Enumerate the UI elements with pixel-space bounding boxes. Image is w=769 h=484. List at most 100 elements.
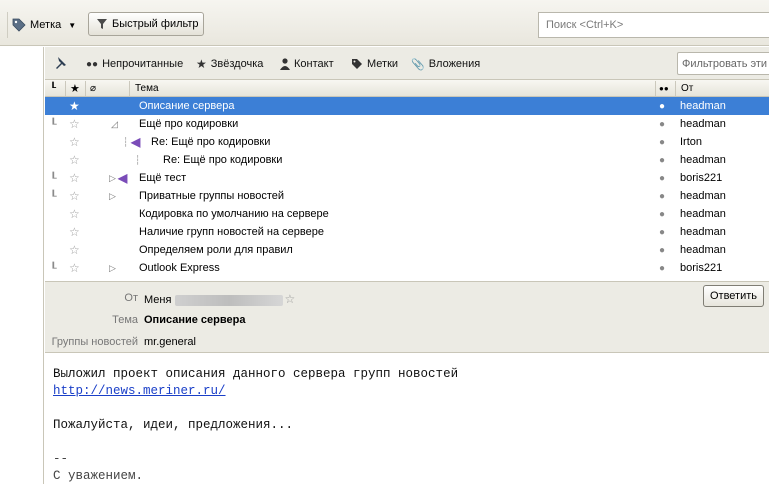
star-icon[interactable]: ☆ <box>284 292 295 306</box>
message-subject: Re: Ещё про кодировки <box>163 154 283 166</box>
read-column-header[interactable]: ●● <box>659 82 669 95</box>
read-status-icon[interactable]: ● <box>659 225 665 239</box>
quick-filter-bar: ●● Непрочитанные ★ Звёздочка Контакт Мет… <box>45 47 769 80</box>
column-separator <box>675 81 676 96</box>
star-icon[interactable]: ☆ <box>69 153 80 167</box>
attachment-column-header[interactable]: ⌀ <box>90 82 96 95</box>
body-link[interactable]: http://news.meriner.ru/ <box>53 383 761 400</box>
star-icon[interactable]: ☆ <box>69 135 80 149</box>
reply-arrow-icon: ◀ <box>131 135 141 149</box>
read-status-icon[interactable]: ● <box>659 117 665 131</box>
message-from: headman <box>680 100 726 112</box>
message-from: headman <box>680 118 726 130</box>
contact-filter-button[interactable]: Контакт <box>280 55 334 73</box>
star-icon[interactable]: ☆ <box>69 117 80 131</box>
main-toolbar: Метка ▼ Быстрый фильтр <box>0 0 769 46</box>
message-subject: Приватные группы новостей <box>139 190 285 202</box>
from-column-header[interactable]: От <box>681 82 693 95</box>
table-row[interactable]: ☆ ┆ ◀ Re: Ещё про кодировки ● Irton <box>45 133 769 151</box>
starred-filter-button[interactable]: ★ Звёздочка <box>196 55 263 73</box>
read-status-icon[interactable]: ● <box>659 135 665 149</box>
table-row[interactable]: ┖ ☆ ▷ Outlook Express ● boris221 <box>45 259 769 277</box>
table-row[interactable]: ┖ ☆ ▷ Приватные группы новостей ● headma… <box>45 187 769 205</box>
redacted-email <box>175 294 284 306</box>
read-status-icon[interactable]: ● <box>659 171 665 185</box>
twisty-closed-icon[interactable]: ▷ <box>109 171 116 185</box>
message-from: boris221 <box>680 262 723 274</box>
table-row[interactable]: ┖ ☆ ▷ ◀ Ещё тест ● boris221 <box>45 169 769 187</box>
table-row[interactable]: ☆ Определяем роли для правил ● headman <box>45 241 769 259</box>
filter-messages-input[interactable] <box>677 52 769 75</box>
message-subject: Ещё тест <box>139 172 187 184</box>
subject-header-label: Тема <box>112 314 138 326</box>
message-subject: Наличие групп новостей на сервере <box>139 226 324 238</box>
unread-filter-button[interactable]: ●● Непрочитанные <box>86 55 183 73</box>
from-header-value: Меня ☆ <box>144 292 295 306</box>
read-status-icon[interactable]: ● <box>659 189 665 203</box>
subject-column-label: Тема <box>135 83 159 94</box>
read-status-icon[interactable]: ● <box>659 243 665 257</box>
body-blank-line <box>53 400 761 417</box>
star-icon[interactable]: ☆ <box>69 171 80 185</box>
search-input[interactable] <box>538 12 769 38</box>
table-row[interactable]: ☆ Наличие групп новостей на сервере ● he… <box>45 223 769 241</box>
quick-filter-button[interactable]: Быстрый фильтр <box>88 12 204 36</box>
message-from: headman <box>680 244 726 256</box>
message-subject: Ещё про кодировки <box>139 118 239 130</box>
tag-menu-button[interactable]: Метка ▼ <box>12 14 76 36</box>
column-separator <box>65 81 66 96</box>
tag-icon <box>352 59 362 69</box>
table-row[interactable]: ☆ ┆ Re: Ещё про кодировки ● headman <box>45 151 769 169</box>
star-icon[interactable]: ☆ <box>69 243 80 257</box>
unread-filter-label: Непрочитанные <box>102 58 184 70</box>
thread-column-header[interactable]: ┖ <box>50 82 56 95</box>
subject-header-value: Описание сервера <box>144 314 246 326</box>
thread-icon: ┖ <box>50 118 57 131</box>
table-row[interactable]: ┖ ☆ ◿ Ещё про кодировки ● headman <box>45 115 769 133</box>
twisty-closed-icon[interactable]: ▷ <box>109 261 116 275</box>
signature-separator: -- <box>53 452 69 466</box>
thread-line-icon: ┆ <box>123 136 129 147</box>
star-icon[interactable]: ☆ <box>69 207 80 221</box>
tag-icon <box>12 18 26 32</box>
star-icon: ★ <box>70 83 80 95</box>
message-from: headman <box>680 154 726 166</box>
tag-menu-label: Метка <box>30 19 62 31</box>
star-icon[interactable]: ☆ <box>69 225 80 239</box>
message-from: headman <box>680 226 726 238</box>
twisty-closed-icon[interactable]: ▷ <box>109 189 116 203</box>
tags-filter-button[interactable]: Метки <box>351 55 398 73</box>
attachments-filter-button[interactable]: 📎 Вложения <box>411 55 480 73</box>
quick-filter-label: Быстрый фильтр <box>112 18 199 30</box>
message-from: boris221 <box>680 172 723 184</box>
read-status-icon[interactable]: ● <box>659 261 665 275</box>
body-line: Пожалуйста, идеи, предложения... <box>53 418 294 432</box>
body-blank-line <box>53 434 761 451</box>
toolbar-separator <box>7 12 8 38</box>
star-column-header[interactable]: ★ <box>70 82 80 95</box>
read-status-icon[interactable]: ● <box>659 207 665 221</box>
starred-filter-label: Звёздочка <box>210 58 264 70</box>
message-subject: Определяем роли для правил <box>139 244 293 256</box>
reply-button[interactable]: Ответить <box>703 285 764 307</box>
message-subject: Описание сервера <box>139 100 235 112</box>
table-row[interactable]: ★ Описание сервера ● headman <box>45 97 769 115</box>
twisty-open-icon[interactable]: ◿ <box>111 117 118 131</box>
subject-column-header[interactable]: Тема <box>135 82 159 95</box>
pin-icon <box>56 57 66 69</box>
sender-name[interactable]: Меня <box>144 294 171 306</box>
star-icon[interactable]: ☆ <box>69 189 80 203</box>
contact-filter-label: Контакт <box>294 58 334 70</box>
star-icon[interactable]: ★ <box>69 99 80 113</box>
read-status-icon[interactable]: ● <box>659 99 665 113</box>
message-header-pane: От Меня ☆ Тема Описание сервера Группы но… <box>45 281 769 353</box>
column-separator <box>129 81 130 96</box>
paperclip-icon: 📎 <box>411 58 425 71</box>
read-status-icon[interactable]: ● <box>659 153 665 167</box>
table-row[interactable]: ☆ Кодировка по умолчанию на сервере ● he… <box>45 205 769 223</box>
pin-filter-button[interactable] <box>53 54 69 72</box>
thread-list-header: ┖ ★ ⌀ Тема ●● От <box>45 80 769 97</box>
star-icon[interactable]: ☆ <box>69 261 80 275</box>
paperclip-icon: ⌀ <box>90 83 97 94</box>
newsgroups-header-value[interactable]: mr.general <box>144 336 196 348</box>
